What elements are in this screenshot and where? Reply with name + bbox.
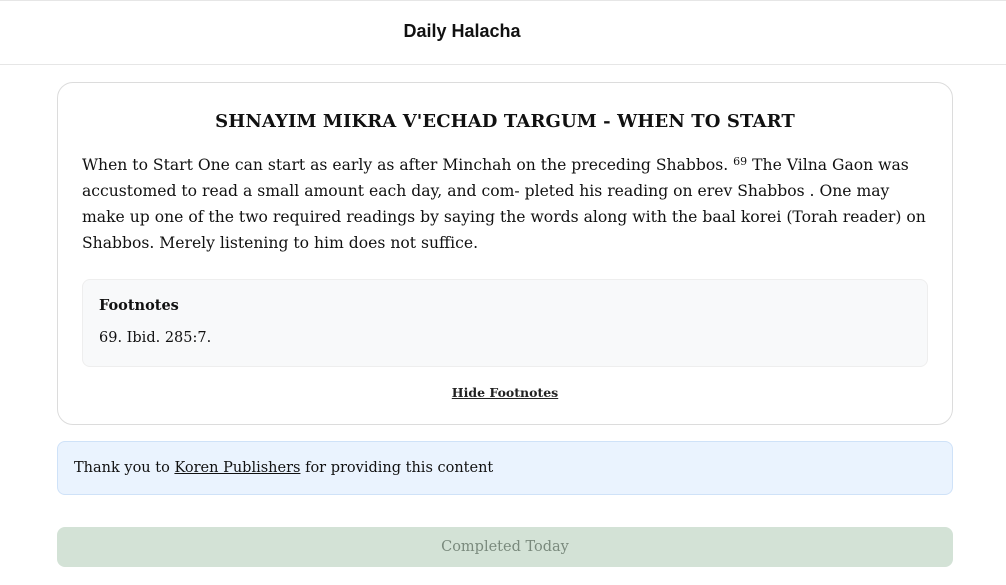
credit-suffix: for providing this content xyxy=(300,460,494,476)
completed-today-button[interactable]: Completed Today xyxy=(57,527,953,567)
footnote-item: 69. Ibid. 285:7. xyxy=(99,330,212,346)
credit-text: Thank you to Koren Publishers for provid… xyxy=(74,460,493,476)
page-title: Daily Halacha xyxy=(403,21,521,41)
footnote-reference[interactable]: 69 xyxy=(733,155,747,168)
halacha-card: SHNAYIM MIKRA V'ECHAD TARGUM - WHEN TO S… xyxy=(57,82,953,425)
publisher-link[interactable]: Koren Publishers xyxy=(174,460,300,476)
article-body: When to Start One can start as early as … xyxy=(82,152,932,256)
credit-prefix: Thank you to xyxy=(74,460,175,476)
article-title: SHNAYIM MIKRA V'ECHAD TARGUM - WHEN TO S… xyxy=(215,111,795,132)
footnotes-heading: Footnotes xyxy=(99,297,179,314)
hide-footnotes-link[interactable]: Hide Footnotes xyxy=(58,385,952,400)
article-text-part1: When to Start One can start as early as … xyxy=(82,156,734,174)
footnotes-panel: Footnotes 69. Ibid. 285:7. xyxy=(82,279,928,367)
top-bar: Daily Halacha xyxy=(0,0,1006,65)
credit-banner: Thank you to Koren Publishers for provid… xyxy=(57,441,953,495)
